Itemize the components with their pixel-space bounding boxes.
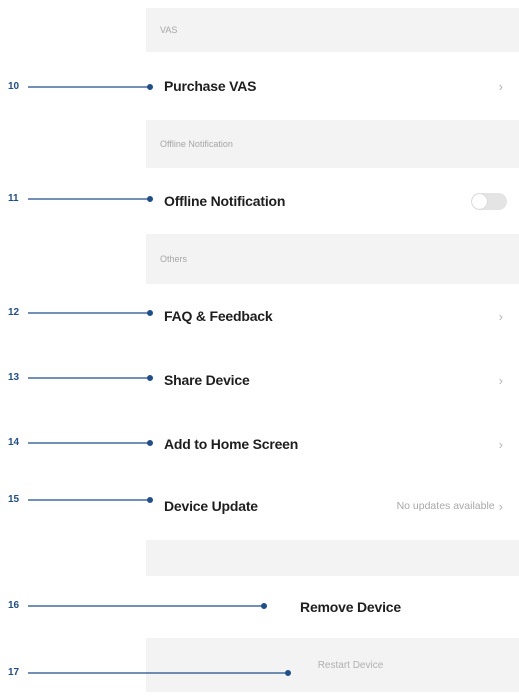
remove-device-button[interactable]: Remove Device	[146, 576, 519, 638]
row-device-update[interactable]: Device Update No updates available ›	[146, 476, 519, 536]
section-spacer	[146, 540, 519, 576]
toggle-knob	[472, 193, 487, 209]
callout-number-10: 10	[8, 81, 20, 92]
callout-number-12: 12	[8, 307, 20, 318]
chevron-right-icon: ›	[498, 308, 503, 324]
callout-number-13: 13	[8, 372, 20, 383]
row-share-device[interactable]: Share Device ›	[146, 348, 519, 412]
callout-number-15: 15	[8, 494, 20, 505]
row-purchase-vas-label: Purchase VAS	[164, 78, 257, 94]
section-header-others: Others	[146, 234, 519, 284]
row-offline-notification-label: Offline Notification	[164, 193, 286, 209]
section-header-vas-label: VAS	[160, 25, 178, 35]
section-header-others-label: Others	[160, 254, 188, 264]
remove-device-label: Remove Device	[300, 599, 401, 615]
row-device-update-label: Device Update	[164, 498, 258, 514]
callout-number-17: 17	[8, 667, 20, 678]
chevron-right-icon: ›	[498, 436, 503, 452]
section-header-offline-label: Offline Notification	[160, 139, 233, 149]
section-header-vas: VAS	[146, 8, 519, 52]
callout-number-16: 16	[8, 600, 20, 611]
chevron-right-icon: ›	[498, 78, 503, 94]
chevron-right-icon: ›	[498, 372, 503, 388]
row-faq-feedback-label: FAQ & Feedback	[164, 308, 273, 324]
offline-notification-toggle[interactable]	[471, 192, 507, 210]
row-offline-notification: Offline Notification	[146, 168, 519, 234]
row-add-to-home-screen-label: Add to Home Screen	[164, 436, 299, 452]
row-share-device-label: Share Device	[164, 372, 250, 388]
restart-device-label: Restart Device	[317, 659, 384, 671]
chevron-right-icon: ›	[498, 498, 503, 514]
settings-panel: VAS Purchase VAS › Offline Notification …	[146, 8, 519, 692]
restart-device-button[interactable]: Restart Device	[146, 638, 519, 692]
row-add-to-home-screen[interactable]: Add to Home Screen ›	[146, 412, 519, 476]
section-header-offline: Offline Notification	[146, 120, 519, 168]
callout-number-11: 11	[8, 193, 19, 204]
row-purchase-vas[interactable]: Purchase VAS ›	[146, 52, 519, 120]
device-update-status: No updates available	[396, 500, 495, 512]
callout-number-14: 14	[8, 437, 20, 448]
row-faq-feedback[interactable]: FAQ & Feedback ›	[146, 284, 519, 348]
